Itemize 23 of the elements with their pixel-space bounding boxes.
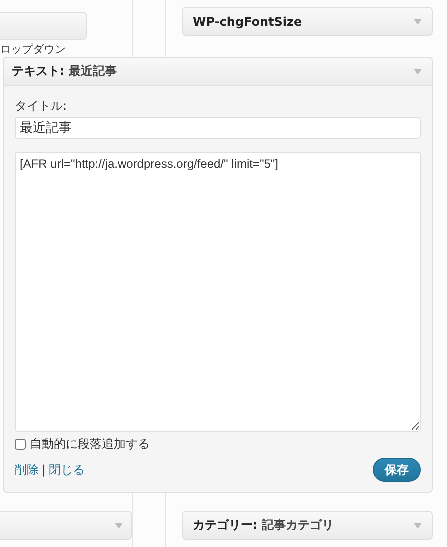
widget-header[interactable]: WP-chgFontSize <box>182 7 433 36</box>
widget-bar[interactable] <box>0 511 132 540</box>
link-separator: | <box>42 463 46 477</box>
widget-type-label: テキスト: <box>12 63 65 80</box>
widget-title: 記事カテゴリ <box>262 517 334 534</box>
widget-caption: ロップダウン <box>0 43 67 56</box>
content-textarea[interactable]: [AFR url="http://ja.wordpress.org/feed/" limit="5"] <box>15 152 421 432</box>
dropdown-arrow-icon[interactable] <box>414 522 422 528</box>
checkbox-label: 自動的に段落追加する <box>30 436 150 453</box>
close-link[interactable]: 閉じる <box>49 462 86 478</box>
title-field[interactable]: 最近記事 <box>15 117 421 139</box>
widget-header[interactable]: テキスト: 最近記事 <box>4 58 432 86</box>
delete-link[interactable]: 削除 <box>15 462 39 478</box>
save-button[interactable]: 保存 <box>373 458 421 482</box>
widget-type-label: カテゴリー: <box>193 517 258 534</box>
checkbox[interactable] <box>15 439 26 450</box>
dropdown-arrow-icon[interactable] <box>414 68 422 74</box>
dropdown-arrow-icon[interactable] <box>115 522 123 528</box>
widget-title: WP-chgFontSize <box>193 14 302 28</box>
widget-header[interactable]: カテゴリー: 記事カテゴリ <box>182 511 433 540</box>
field-label: タイトル: <box>15 98 68 115</box>
widget-title: 最近記事 <box>68 63 117 80</box>
dropdown-arrow-icon[interactable] <box>414 18 422 24</box>
